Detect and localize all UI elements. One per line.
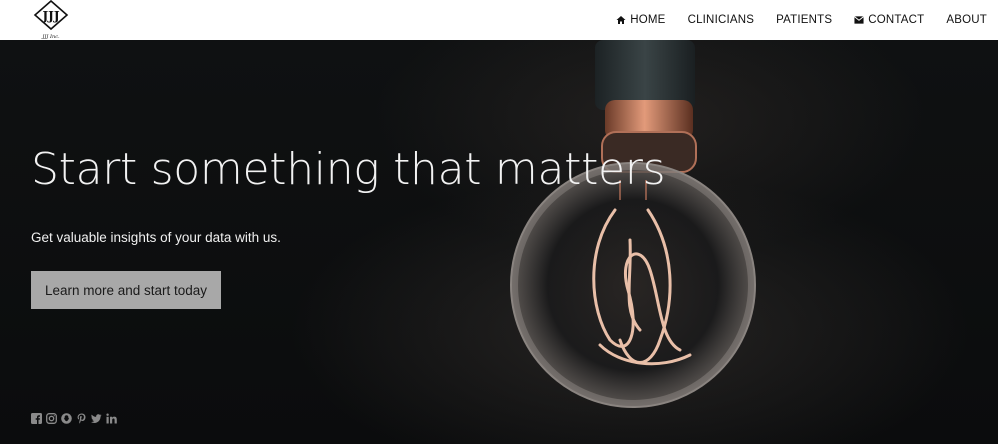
nav-item-label: CLINICIANS	[687, 14, 755, 26]
instagram-icon[interactable]	[46, 413, 57, 424]
twitter-icon[interactable]	[91, 413, 102, 424]
nav-item-label: HOME	[630, 14, 666, 26]
social-links	[31, 413, 117, 424]
learn-more-button[interactable]: Learn more and start today	[31, 271, 221, 309]
home-icon	[616, 16, 626, 24]
svg-text:JJJ Inc.: JJJ Inc.	[41, 34, 60, 40]
main-nav: HOME CLINICIANS PATIENTS CONTACT ABOUT	[594, 0, 987, 40]
logo-icon: JJJ JJJ Inc.	[33, 0, 69, 40]
envelope-icon	[854, 16, 865, 24]
nav-item-patients[interactable]: PATIENTS	[776, 0, 832, 40]
nav-item-label: ABOUT	[946, 14, 987, 26]
hero-section: Start something that matters Get valuabl…	[0, 40, 998, 444]
svg-text:JJJ: JJJ	[41, 9, 59, 23]
hero-headline: Start something that matters	[31, 144, 666, 195]
nav-item-about[interactable]: ABOUT	[946, 0, 987, 40]
snapchat-icon[interactable]	[61, 413, 72, 424]
nav-item-label: CONTACT	[868, 14, 925, 26]
facebook-icon[interactable]	[31, 413, 42, 424]
pinterest-icon[interactable]	[76, 413, 87, 424]
hero-subline: Get valuable insights of your data with …	[31, 230, 281, 245]
nav-item-contact[interactable]: CONTACT	[854, 0, 924, 40]
logo[interactable]: JJJ JJJ Inc.	[32, 0, 72, 40]
navbar: JJJ JJJ Inc. HOME CLINICIANS PATIENTS CO…	[0, 0, 998, 40]
nav-item-clinicians[interactable]: CLINICIANS	[688, 0, 755, 40]
nav-item-home[interactable]: HOME	[616, 0, 665, 40]
nav-item-label: PATIENTS	[776, 14, 833, 26]
linkedin-icon[interactable]	[106, 413, 117, 424]
